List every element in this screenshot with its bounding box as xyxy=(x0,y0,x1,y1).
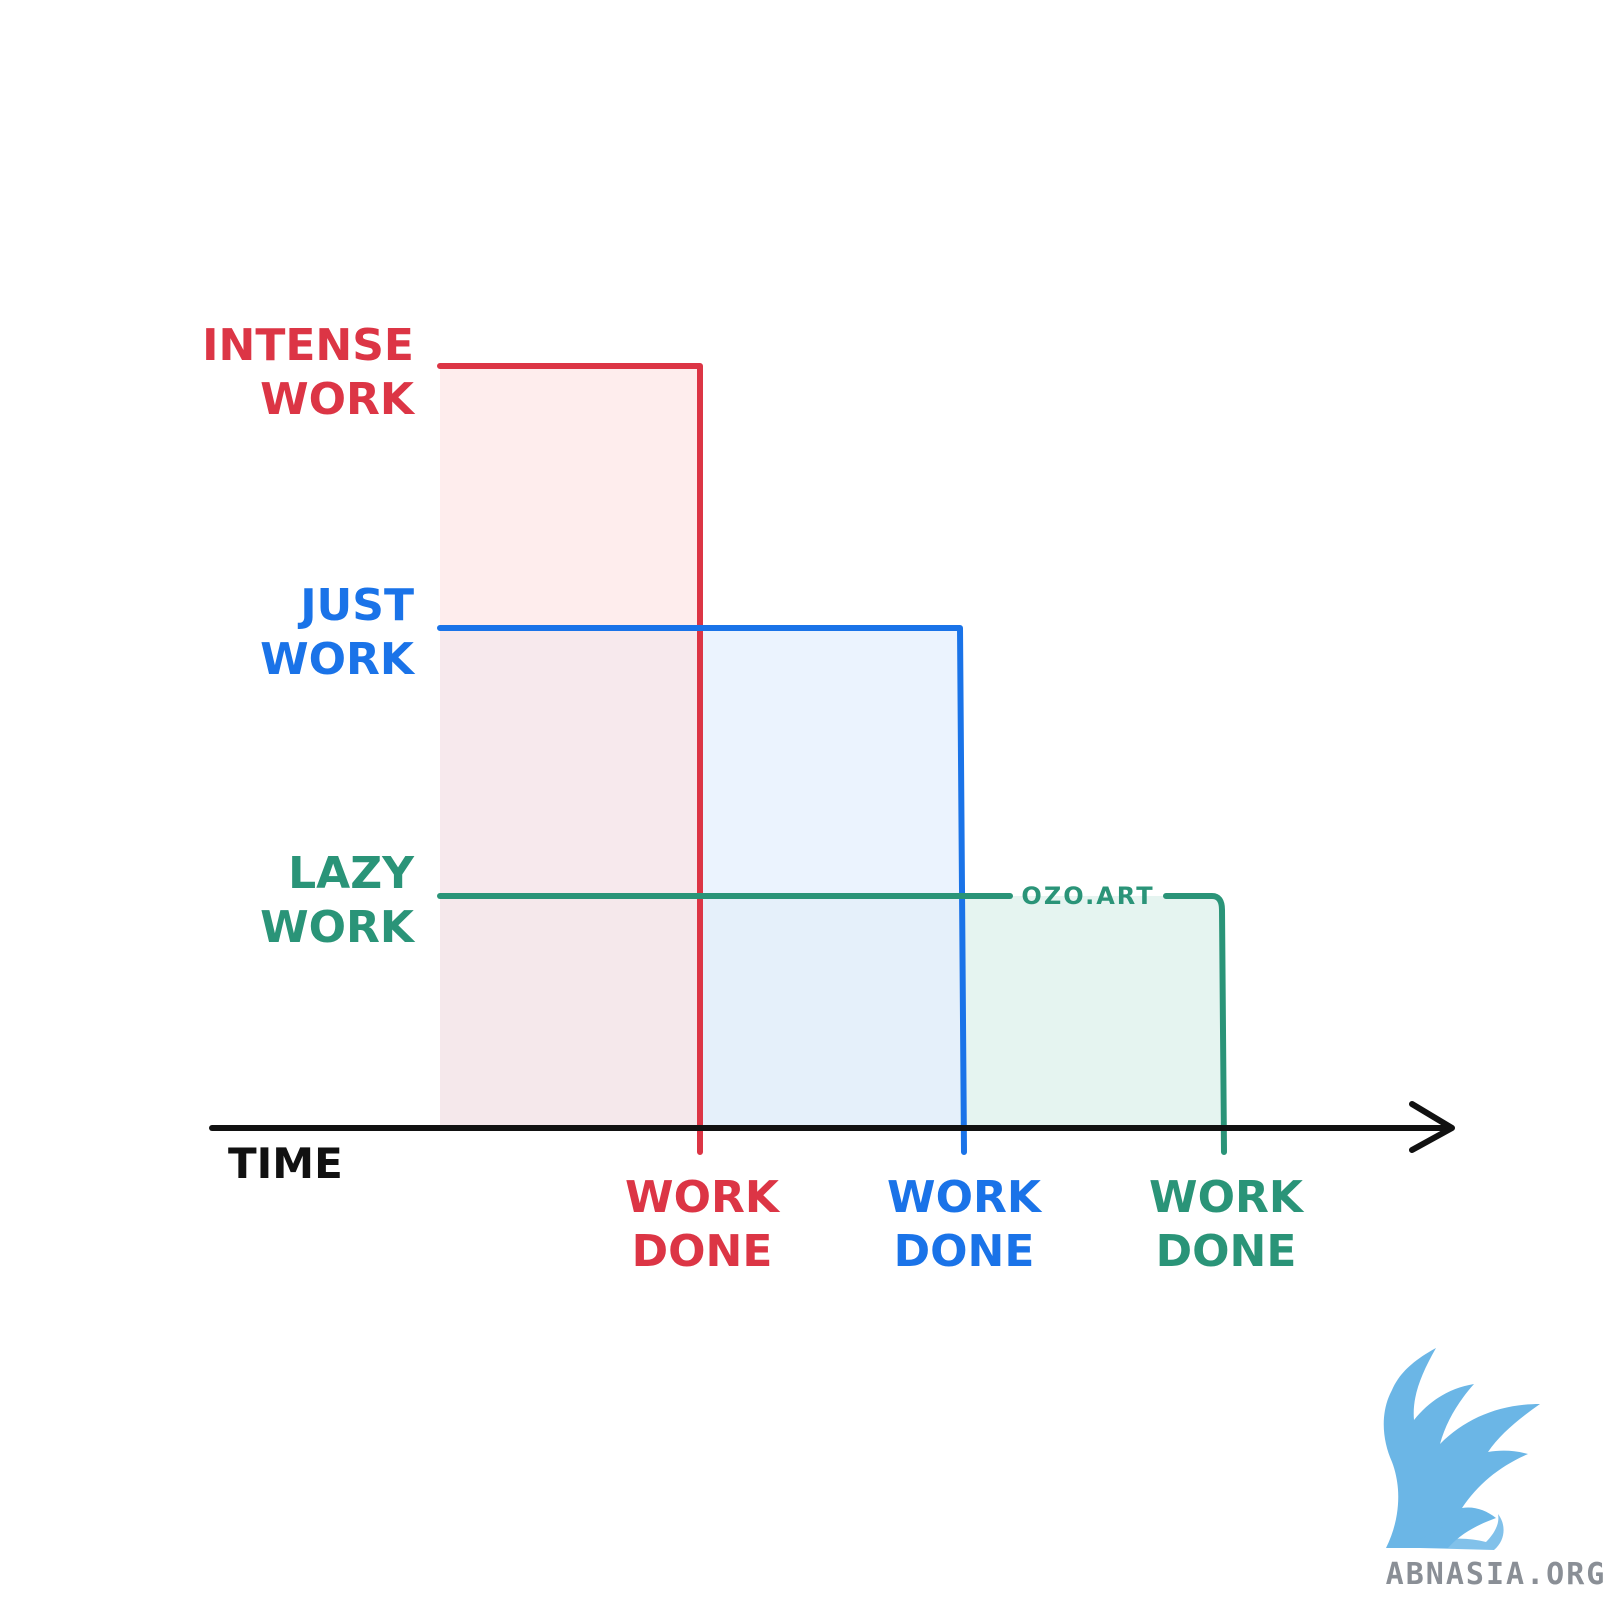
watermark-text: ABNASIA.ORG xyxy=(1386,1557,1607,1592)
intense-work-label-line2: WORK xyxy=(260,374,416,425)
time-axis-label: TIME xyxy=(228,1139,343,1188)
intense-work-area xyxy=(440,366,700,1128)
credit-text: OZO.ART xyxy=(1021,882,1154,910)
intense-work-done-line1: WORK xyxy=(625,1172,781,1223)
work-intensity-diagram: OZO.ART TIME INTENSE WORK JUST WORK LAZY… xyxy=(202,320,1607,1592)
lazy-work-label-line2: WORK xyxy=(260,902,416,953)
intense-work-label-line1: INTENSE xyxy=(202,320,414,371)
just-work-label-line2: WORK xyxy=(260,634,416,685)
lazy-work-done-line2: DONE xyxy=(1156,1226,1297,1277)
just-work-label-line1: JUST xyxy=(297,580,414,631)
lazy-work-done-line1: WORK xyxy=(1149,1172,1305,1223)
lazy-work-label-line1: LAZY xyxy=(288,848,415,899)
griffin-logo-icon xyxy=(1383,1348,1540,1550)
just-work-done-line1: WORK xyxy=(887,1172,1043,1223)
intense-work-done-line2: DONE xyxy=(632,1226,773,1277)
just-work-done-line2: DONE xyxy=(894,1226,1035,1277)
